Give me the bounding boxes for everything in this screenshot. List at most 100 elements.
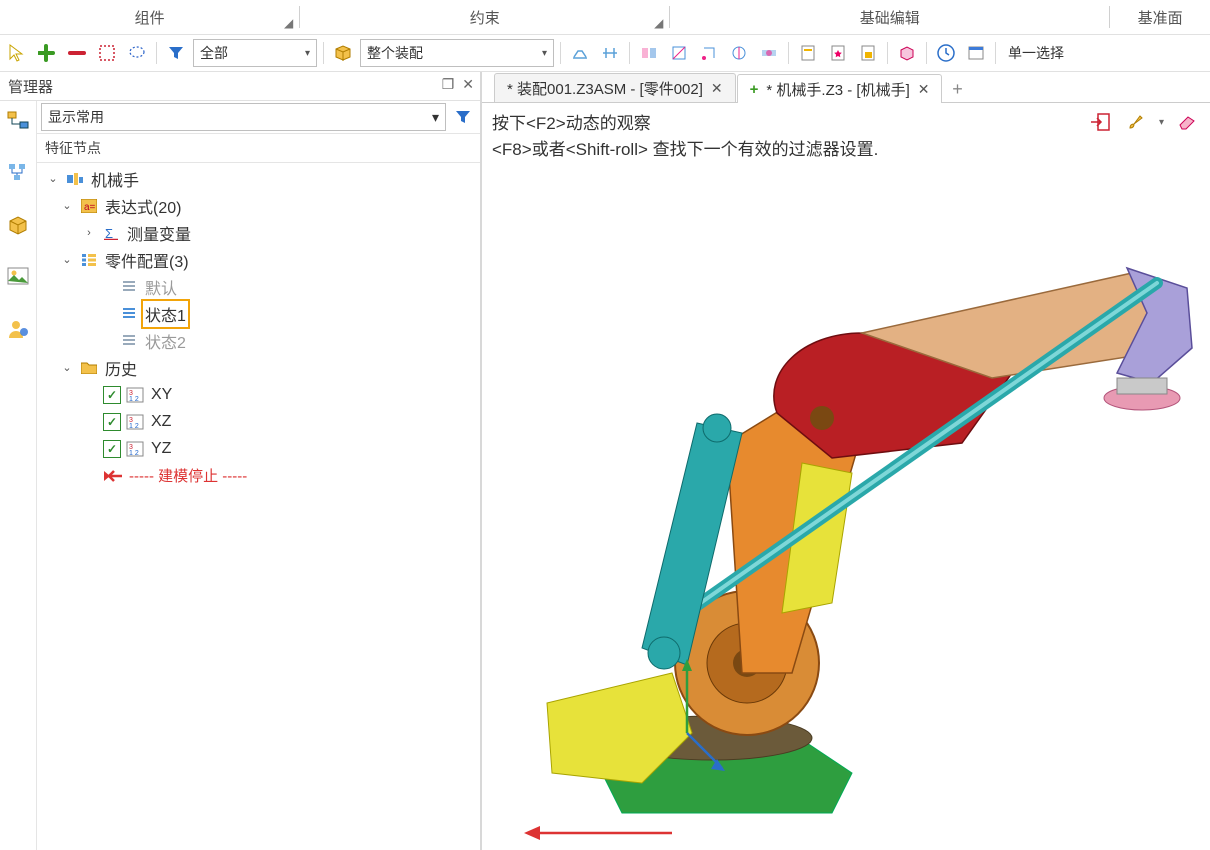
expand-toggle[interactable]: ⌄ <box>45 172 61 185</box>
rail-user-button[interactable] <box>4 315 32 343</box>
ribbon-group-label: 约束 <box>470 7 500 28</box>
tree-node-label: XY <box>149 385 174 405</box>
tree-node-cfg-state2[interactable]: 状态2 <box>37 327 480 354</box>
select-mode-combo[interactable]: 单一选择 <box>1002 40 1094 66</box>
tree-node-cfg-state1[interactable]: 状态1 <box>37 300 480 327</box>
constraint-tool-3[interactable] <box>696 40 722 66</box>
filter-all-combo[interactable]: 全部 ▾ <box>193 39 317 67</box>
checkbox[interactable]: ✓ <box>103 440 121 458</box>
edit-tool-1[interactable] <box>795 40 821 66</box>
assembly-tree-icon <box>6 110 30 132</box>
tab-robot-arm[interactable]: + * 机械手.Z3 - [机械手] ✕ <box>737 74 943 103</box>
combo-value: 显示常用 <box>48 107 104 127</box>
tree-column-header[interactable]: 特征节点 <box>37 134 480 163</box>
align-tool-1[interactable] <box>567 40 593 66</box>
tree-node-plane-yz[interactable]: ✓ 31 2 YZ <box>37 435 480 462</box>
plane-icon: 31 2 <box>125 412 145 432</box>
constraint-tool-1[interactable] <box>636 40 662 66</box>
close-icon[interactable]: ✕ <box>711 80 723 97</box>
expand-toggle[interactable]: ⌄ <box>59 361 75 374</box>
tree-node-plane-xy[interactable]: ✓ 31 2 XY <box>37 381 480 408</box>
close-icon[interactable]: ✕ <box>462 76 474 93</box>
tree-node-expressions[interactable]: ⌄ a= 表达式(20) <box>37 192 480 219</box>
edit-tool-2[interactable] <box>825 40 851 66</box>
rail-tree-button[interactable] <box>4 159 32 187</box>
restore-icon[interactable]: ❐ <box>442 76 455 93</box>
align-tool-2[interactable] <box>597 40 623 66</box>
ribbon-group-label: 基础编辑 <box>860 7 920 28</box>
svg-text:1 2: 1 2 <box>129 396 139 403</box>
ribbon-group-datum-plane[interactable]: 基准面 <box>1110 0 1210 34</box>
assembly-scope-combo[interactable]: 整个装配 ▾ <box>360 39 554 67</box>
right-panel: * 装配001.Z3ASM - [零件002] ✕ + * 机械手.Z3 - [… <box>482 72 1210 850</box>
manager-title: 管理器 <box>8 76 53 97</box>
tree-node-root[interactable]: ⌄ 机械手 <box>37 165 480 192</box>
rail-image-button[interactable] <box>4 263 32 291</box>
constraint-tool-5[interactable] <box>756 40 782 66</box>
ribbon-group-component[interactable]: 组件 ◢ <box>0 0 299 34</box>
tree-node-cfg-default[interactable]: 默认 <box>37 273 480 300</box>
display-filter-combo[interactable]: 显示常用 ▾ <box>41 103 446 131</box>
assembly-scope-button[interactable] <box>330 40 356 66</box>
expand-toggle[interactable]: ⌄ <box>59 253 75 266</box>
combo-value: 单一选择 <box>1008 43 1064 63</box>
separator <box>995 42 996 64</box>
marquee-select-button[interactable] <box>94 40 120 66</box>
arrow-left-icon <box>103 466 123 486</box>
add-button[interactable] <box>34 40 60 66</box>
combo-value: 全部 <box>200 43 228 63</box>
rail-box-button[interactable] <box>4 211 32 239</box>
feature-tree[interactable]: ⌄ 机械手 ⌄ a= 表达式(20) › Σ 测量变量 <box>37 163 480 850</box>
svg-text:1 2: 1 2 <box>129 450 139 457</box>
ribbon-group-base-edit[interactable]: 基础编辑 <box>670 0 1109 34</box>
constraint-icon <box>640 44 658 62</box>
tree-node-model-stop[interactable]: ----- 建模停止 ----- <box>37 462 480 489</box>
checkbox[interactable]: ✓ <box>103 386 121 404</box>
cursor-select-button[interactable] <box>4 40 30 66</box>
separator <box>323 42 324 64</box>
brush-button[interactable] <box>1123 109 1149 135</box>
rail-assembly-button[interactable] <box>4 107 32 135</box>
tree-node-label: XZ <box>149 412 173 432</box>
misc-tool-1[interactable] <box>894 40 920 66</box>
edit-tool-3[interactable] <box>855 40 881 66</box>
tree-node-measure[interactable]: › Σ 测量变量 <box>37 219 480 246</box>
constraint-icon <box>730 44 748 62</box>
plane-icon: 31 2 <box>125 439 145 459</box>
dialog-launcher-icon[interactable]: ◢ <box>654 16 663 30</box>
constraint-tool-4[interactable] <box>726 40 752 66</box>
tree-node-config[interactable]: ⌄ 零件配置(3) <box>37 246 480 273</box>
lasso-select-button[interactable] <box>124 40 150 66</box>
picture-icon <box>6 266 30 288</box>
tab-label: * 装配001.Z3ASM - [零件002] <box>507 78 703 99</box>
constraint-tool-2[interactable] <box>666 40 692 66</box>
sigma-icon: Σ <box>101 223 121 243</box>
new-tab-button[interactable]: + <box>943 76 971 102</box>
display-mode-button[interactable] <box>963 40 989 66</box>
dialog-launcher-icon[interactable]: ◢ <box>284 16 293 30</box>
filter-button[interactable] <box>163 40 189 66</box>
remove-button[interactable] <box>64 40 90 66</box>
ribbon-group-constraint[interactable]: 约束 ◢ <box>300 0 669 34</box>
eraser-button[interactable] <box>1174 109 1200 135</box>
tree-toolbar: 显示常用 ▾ <box>37 101 480 134</box>
svg-text:Σ: Σ <box>105 226 113 240</box>
model-viewport[interactable]: 按下<F2>动态的观察 <F8>或者<Shift-roll> 查找下一个有效的过… <box>482 103 1210 850</box>
checkbox[interactable]: ✓ <box>103 413 121 431</box>
exit-button[interactable] <box>1087 109 1113 135</box>
tree-node-history[interactable]: ⌄ 历史 <box>37 354 480 381</box>
manager-body: 显示常用 ▾ 特征节点 ⌄ 机械手 <box>0 101 480 850</box>
tree-filter-button[interactable] <box>450 104 476 130</box>
hint-line-2: <F8>或者<Shift-roll> 查找下一个有效的过滤器设置. <box>492 137 878 163</box>
list-icon <box>119 331 139 351</box>
history-button[interactable] <box>933 40 959 66</box>
expand-toggle[interactable]: ⌄ <box>59 199 75 212</box>
user-icon <box>6 318 30 340</box>
close-icon[interactable]: ✕ <box>918 81 930 98</box>
exit-icon <box>1089 112 1111 132</box>
tree-node-plane-xz[interactable]: ✓ 31 2 XZ <box>37 408 480 435</box>
tab-assembly001[interactable]: * 装配001.Z3ASM - [零件002] ✕ <box>494 73 736 102</box>
tree-column-label: 特征节点 <box>45 138 472 158</box>
chevron-down-icon[interactable]: ▾ <box>1159 117 1164 128</box>
expand-toggle[interactable]: › <box>81 227 97 239</box>
